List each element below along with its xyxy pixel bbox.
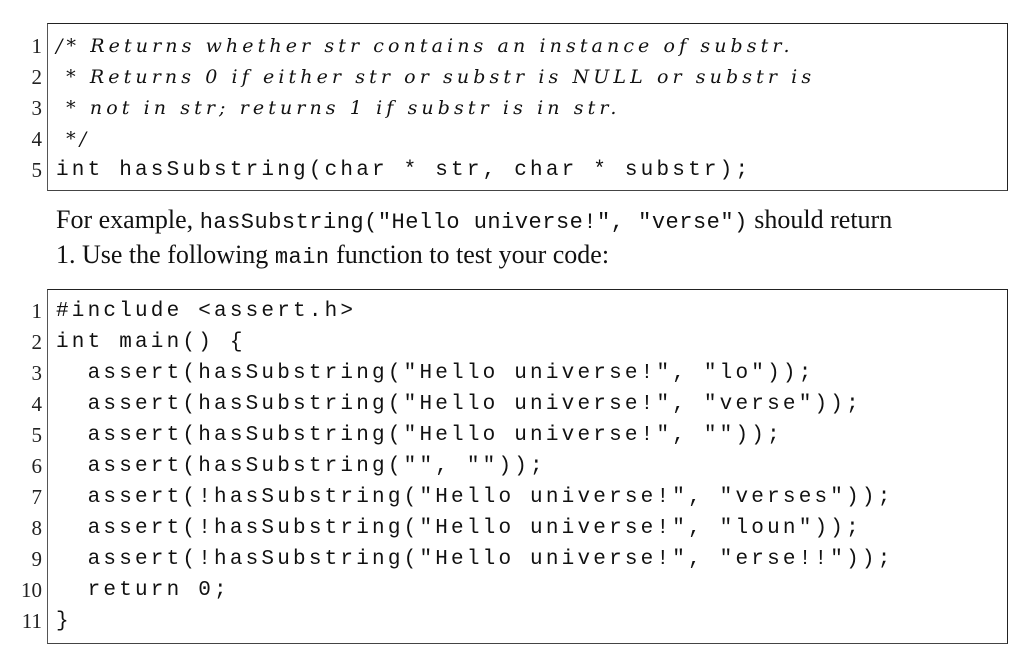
paragraph-text: For example, [56,205,200,234]
code-line: 8 assert(!hasSubstring("Hello universe!"… [32,513,1007,544]
code-text: return 0; [56,579,230,602]
paragraph-line: For example, hasSubstring("Hello univers… [56,204,1016,239]
code-line: 6 assert(hasSubstring("", "")); [32,451,1007,482]
code-line: 1 #include <assert.h> [32,296,1007,327]
code-line: 3 * not in str; returns 1 if substr is i… [32,93,1007,124]
code-line: 2 int main() { [32,327,1007,358]
line-number: 3 [31,361,43,385]
code-text: assert(!hasSubstring("Hello universe!", … [56,517,862,540]
code-text: assert(!hasSubstring("Hello universe!", … [56,486,894,509]
line-number: 1 [31,34,43,58]
line-number: 4 [31,127,43,151]
code-line: 5 int hasSubstring(char * str, char * sub… [32,155,1007,186]
code-comment: * Returns 0 if either str or substr is N… [56,66,816,88]
code-line: 7 assert(!hasSubstring("Hello universe!"… [32,482,1007,513]
inline-code: main [274,245,330,270]
line-number: 7 [31,485,43,509]
paragraph-line: 1. Use the following main function to te… [56,239,1016,274]
explanation-paragraph: For example, hasSubstring("Hello univers… [56,204,1016,274]
paragraph-text: 1. Use the following [56,240,275,269]
line-number: 2 [31,65,43,89]
main-function-listing: 1 #include <assert.h> 2 int main() { 3 ass… [21,289,1008,644]
code-text: int hasSubstring(char * str, char * subs… [56,159,752,182]
code-line: 5 assert(hasSubstring("Hello universe!",… [32,420,1007,451]
code-comment: /* Returns whether str contains an insta… [56,35,794,57]
line-number: 8 [31,516,43,540]
function-declaration-listing: 1 /* Returns whether str contains an inst… [32,23,1008,191]
code-line: 9 assert(!hasSubstring("Hello universe!"… [32,544,1007,575]
code-text: #include <assert.h> [56,300,357,323]
code-line: 2 * Returns 0 if either str or substr is… [32,62,1007,93]
code-line: 1 /* Returns whether str contains an inst… [32,31,1007,62]
code-text: } [56,610,72,633]
line-number: 4 [31,392,43,416]
line-number: 6 [31,454,43,478]
line-number: 9 [31,547,43,571]
code-line: 3 assert(hasSubstring("Hello universe!",… [32,358,1007,389]
code-text: int main() { [56,331,246,354]
paragraph-text: function to test your code: [329,240,610,269]
inline-code: hasSubstring("Hello universe!", "verse") [199,210,748,235]
line-number: 10 [21,578,42,602]
line-number: 11 [21,609,42,633]
line-number: 5 [31,423,43,447]
code-comment: * not in str; returns 1 if substr is in … [56,97,621,119]
code-text: assert(!hasSubstring("Hello universe!", … [56,548,894,571]
code-text: assert(hasSubstring("", "")); [56,455,546,478]
paragraph-text: should return [747,205,893,234]
line-number: 3 [31,96,43,120]
code-line: 4 assert(hasSubstring("Hello universe!",… [32,389,1007,420]
line-number: 1 [31,299,43,323]
code-comment: */ [56,128,91,150]
line-number: 2 [31,330,43,354]
line-number: 5 [31,158,43,182]
code-text: assert(hasSubstring("Hello universe!", "… [56,362,815,385]
code-text: assert(hasSubstring("Hello universe!", "… [56,393,862,416]
code-line: 10 return 0; [21,575,1007,606]
code-line: 11} [22,606,1007,637]
code-text: assert(hasSubstring("Hello universe!", "… [56,424,783,447]
code-line: 4 */ [32,124,1007,155]
